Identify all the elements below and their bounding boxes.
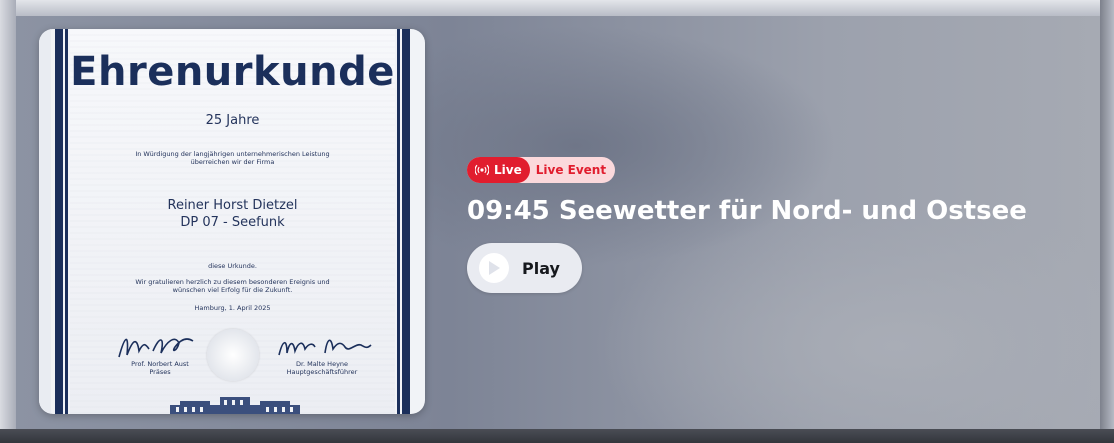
building-emblem bbox=[170, 397, 300, 414]
certificate-date: Hamburg, 1. April 2025 bbox=[194, 304, 271, 312]
cover-stripe bbox=[402, 29, 410, 414]
signer-right-caption: Dr. Malte Heyne Hauptgeschäftsführer bbox=[267, 360, 377, 376]
live-event-label: Live Event bbox=[535, 163, 607, 177]
signer-right-name: Dr. Malte Heyne bbox=[295, 360, 349, 368]
cover-stripe bbox=[65, 29, 68, 414]
player-frame: Ehrenurkunde 25 Jahre In Würdigung der l… bbox=[0, 0, 1114, 443]
recipient-name: Reiner Horst Dietzel bbox=[167, 198, 298, 213]
signer-left-caption: Prof. Norbert Aust Präses bbox=[105, 360, 215, 376]
live-badge-label: Live bbox=[494, 163, 522, 177]
frame-bevel-top bbox=[0, 0, 1114, 16]
cover-stripe bbox=[55, 29, 63, 414]
certificate-urkunde: diese Urkunde. bbox=[208, 262, 257, 270]
certificate-years: 25 Jahre bbox=[205, 113, 260, 128]
frame-bevel-right bbox=[1100, 0, 1114, 443]
frame-bevel-bottom bbox=[0, 429, 1114, 443]
certificate-paper: Ehrenurkunde 25 Jahre In Würdigung der l… bbox=[70, 29, 395, 414]
certificate-intro-line: überreichen wir der Firma bbox=[190, 158, 275, 166]
certificate-recipient: Reiner Horst Dietzel DP 07 - Seefunk bbox=[70, 197, 395, 231]
cover-stripe bbox=[397, 29, 400, 414]
signer-right-role: Hauptgeschäftsführer bbox=[286, 368, 358, 376]
certificate-congrats: Wir gratulieren herzlich zu diesem beson… bbox=[70, 278, 395, 294]
broadcast-icon bbox=[475, 164, 489, 176]
certificate-title: Ehrenurkunde bbox=[70, 49, 395, 95]
event-title: 09:45 Seewetter für Nord- und Ostsee bbox=[467, 196, 1027, 226]
cover-border bbox=[39, 29, 51, 414]
signer-left-role: Präses bbox=[149, 368, 171, 376]
play-icon bbox=[479, 253, 509, 283]
signature-left bbox=[118, 338, 194, 358]
signature-right bbox=[278, 339, 372, 356]
live-event-pill: Live Live Event bbox=[467, 157, 616, 183]
certificate-intro: In Würdigung der langjährigen unternehme… bbox=[70, 150, 395, 166]
frame-bevel-left bbox=[0, 0, 16, 443]
play-button[interactable]: Play bbox=[467, 243, 582, 293]
certificate-intro-line: In Würdigung der langjährigen unternehme… bbox=[135, 150, 330, 158]
signer-left-name: Prof. Norbert Aust bbox=[131, 360, 189, 368]
live-badge: Live bbox=[467, 157, 530, 183]
congrats-line: wünschen viel Erfolg für die Zukunft. bbox=[172, 286, 293, 294]
cover-image: Ehrenurkunde 25 Jahre In Würdigung der l… bbox=[39, 29, 425, 414]
recipient-callsign: DP 07 - Seefunk bbox=[180, 215, 285, 230]
play-button-label: Play bbox=[522, 258, 560, 278]
congrats-line: Wir gratulieren herzlich zu diesem beson… bbox=[135, 278, 330, 286]
